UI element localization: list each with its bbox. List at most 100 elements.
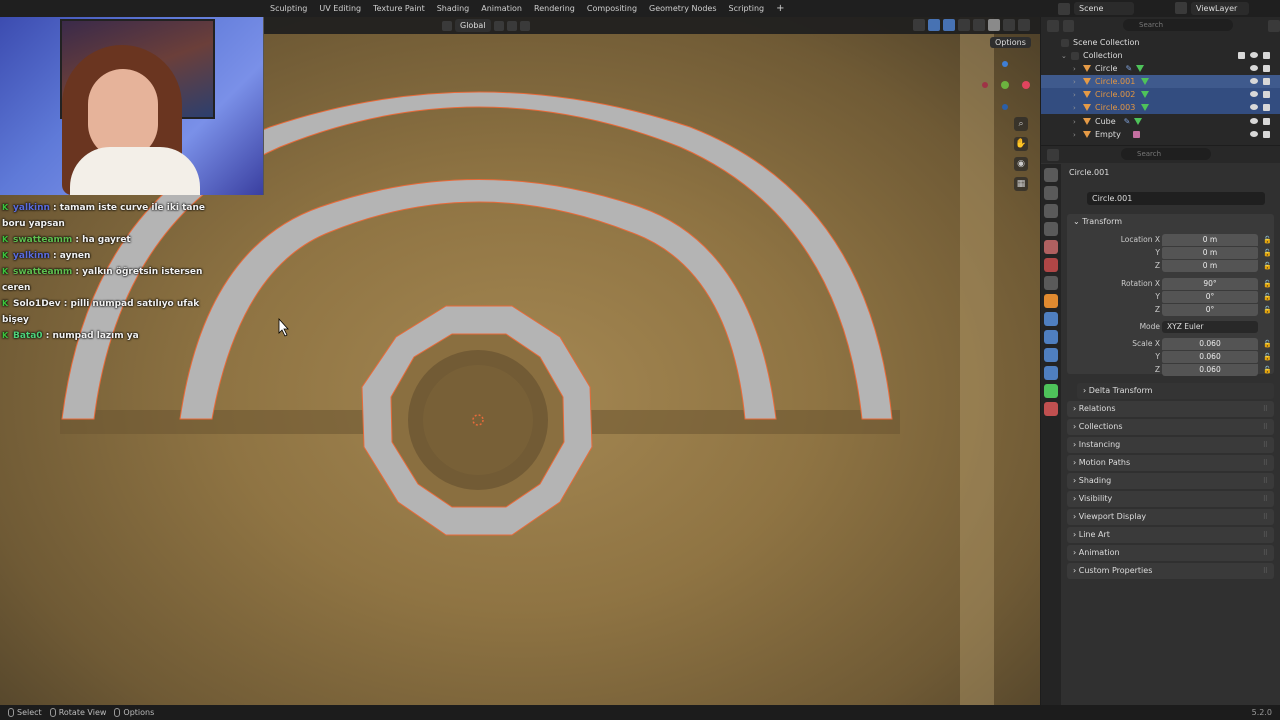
chevron-right-icon[interactable]: › xyxy=(1073,78,1083,86)
drag-grip-icon[interactable]: ⠿ xyxy=(1263,419,1268,435)
chevron-right-icon[interactable]: › xyxy=(1073,118,1083,126)
tab-compositing[interactable]: Compositing xyxy=(581,0,643,17)
location-x-field[interactable]: 0 m xyxy=(1162,234,1258,246)
drag-grip-icon[interactable]: ⠿ xyxy=(1263,401,1268,417)
properties-search-input[interactable]: Search xyxy=(1121,148,1211,160)
gizmo-x-icon[interactable] xyxy=(1022,81,1030,89)
constraints-tab-icon[interactable] xyxy=(1044,366,1058,380)
lock-icon[interactable]: 🔓 xyxy=(1263,234,1272,246)
gizmo-z-icon[interactable] xyxy=(1002,61,1008,67)
view-layer-tab-icon[interactable] xyxy=(1044,222,1058,236)
tab-animation[interactable]: Animation xyxy=(475,0,528,17)
camera-icon[interactable] xyxy=(1263,52,1270,59)
rotation-x-field[interactable]: 90° xyxy=(1162,278,1258,290)
camera-icon[interactable] xyxy=(1263,118,1270,125)
line-art-section[interactable]: › Line Art ⠿ xyxy=(1067,527,1274,543)
drag-grip-icon[interactable]: ⠿ xyxy=(1263,491,1268,507)
chevron-right-icon[interactable]: › xyxy=(1073,65,1083,73)
solid-shading-icon[interactable] xyxy=(988,19,1000,31)
visibility-icon[interactable] xyxy=(913,19,925,31)
lock-icon[interactable]: 🔓 xyxy=(1263,351,1272,363)
xray-icon[interactable] xyxy=(958,19,970,31)
scene-tab-icon[interactable] xyxy=(1044,240,1058,254)
3d-viewport[interactable]: Global Options ⌕ ✋ ◉ ▦ Kyalkinn : tamam xyxy=(0,17,1040,705)
tool-tab-icon[interactable] xyxy=(1044,168,1058,182)
tab-scripting[interactable]: Scripting xyxy=(723,0,771,17)
animation-section[interactable]: › Animation ⠿ xyxy=(1067,545,1274,561)
outliner-item-circle-001[interactable]: › Circle.001 xyxy=(1041,75,1280,88)
camera-icon[interactable] xyxy=(1263,104,1270,111)
eye-icon[interactable] xyxy=(1250,52,1258,58)
lock-icon[interactable]: 🔓 xyxy=(1263,304,1272,316)
lock-icon[interactable]: 🔓 xyxy=(1263,338,1272,350)
output-tab-icon[interactable] xyxy=(1044,204,1058,218)
camera-icon[interactable] xyxy=(1263,91,1270,98)
eye-icon[interactable] xyxy=(1250,78,1258,84)
lock-icon[interactable]: 🔓 xyxy=(1263,247,1272,259)
custom-properties-section[interactable]: › Custom Properties ⠿ xyxy=(1067,563,1274,579)
rotation-mode-dropdown[interactable]: XYZ Euler xyxy=(1162,321,1258,333)
chevron-down-icon[interactable]: ⌄ xyxy=(1061,52,1071,60)
properties-editor-icon[interactable] xyxy=(1047,149,1059,161)
eye-icon[interactable] xyxy=(1250,131,1258,137)
outliner-scene-collection[interactable]: Scene Collection xyxy=(1041,36,1280,49)
material-tab-icon[interactable] xyxy=(1044,402,1058,416)
tab-sculpting[interactable]: Sculpting xyxy=(264,0,313,17)
proportional-edit-icon[interactable] xyxy=(519,20,530,31)
chevron-right-icon[interactable]: › xyxy=(1073,131,1083,139)
transform-orientation-dropdown[interactable]: Global xyxy=(455,19,491,32)
grid-view-icon[interactable]: ▦ xyxy=(1014,177,1028,191)
viewport-display-section[interactable]: › Viewport Display ⠿ xyxy=(1067,509,1274,525)
gizmo-y-icon[interactable] xyxy=(1001,81,1009,89)
gizmo-neg-x-icon[interactable] xyxy=(982,82,988,88)
outliner-editor-icon[interactable] xyxy=(1047,19,1059,32)
outliner-item-circle[interactable]: › Circle ✎ xyxy=(1041,62,1280,75)
rotation-z-field[interactable]: 0° xyxy=(1162,304,1258,316)
tab-uv-editing[interactable]: UV Editing xyxy=(313,0,367,17)
drag-grip-icon[interactable]: ⠿ xyxy=(1263,473,1268,489)
outliner-item-circle-002[interactable]: › Circle.002 xyxy=(1041,88,1280,101)
zoom-icon[interactable]: ⌕ xyxy=(1014,117,1028,131)
relations-section[interactable]: › Relations ⠿ xyxy=(1067,401,1274,417)
instancing-section[interactable]: › Instancing ⠿ xyxy=(1067,437,1274,453)
outliner-item-circle-003[interactable]: › Circle.003 xyxy=(1041,101,1280,114)
view-layer-selector[interactable]: ViewLayer xyxy=(1175,2,1249,15)
viewport-options-button[interactable]: Options xyxy=(990,37,1031,48)
camera-view-icon[interactable]: ◉ xyxy=(1014,157,1028,171)
eye-icon[interactable] xyxy=(1250,91,1258,97)
drag-grip-icon[interactable]: ⠿ xyxy=(1263,545,1268,561)
gizmo-neg-z-icon[interactable] xyxy=(1002,104,1008,110)
outliner-collection[interactable]: ⌄ Collection xyxy=(1041,49,1280,62)
object-tab-icon[interactable] xyxy=(1044,294,1058,308)
pan-hand-icon[interactable]: ✋ xyxy=(1014,137,1028,151)
add-workspace-button[interactable]: + xyxy=(770,0,790,17)
drag-grip-icon[interactable]: ⠿ xyxy=(1263,563,1268,579)
render-tab-icon[interactable] xyxy=(1044,186,1058,200)
lock-icon[interactable]: 🔓 xyxy=(1263,278,1272,290)
scale-z-field[interactable]: 0.060 xyxy=(1162,364,1258,376)
scene-selector[interactable]: Scene xyxy=(1058,2,1134,15)
object-name-field[interactable]: Circle.001 xyxy=(1087,192,1265,205)
rendered-shading-icon[interactable] xyxy=(1018,19,1030,31)
scale-x-field[interactable]: 0.060 xyxy=(1162,338,1258,350)
outliner-item-empty[interactable]: › Empty xyxy=(1041,128,1280,141)
data-tab-icon[interactable] xyxy=(1044,384,1058,398)
view-layer-field[interactable]: ViewLayer xyxy=(1191,2,1249,15)
filter-icon[interactable] xyxy=(1268,19,1280,32)
scene-name-field[interactable]: Scene xyxy=(1074,2,1134,15)
camera-icon[interactable] xyxy=(1263,78,1270,85)
overlay-toggle-icon[interactable] xyxy=(943,19,955,31)
drag-grip-icon[interactable]: ⠿ xyxy=(1263,509,1268,525)
location-z-field[interactable]: 0 m xyxy=(1162,260,1258,272)
eye-icon[interactable] xyxy=(1250,104,1258,110)
motion-paths-section[interactable]: › Motion Paths ⠿ xyxy=(1067,455,1274,471)
tab-texture-paint[interactable]: Texture Paint xyxy=(367,0,431,17)
chevron-right-icon[interactable]: › xyxy=(1073,104,1083,112)
lock-icon[interactable]: 🔓 xyxy=(1263,364,1272,376)
tab-shading[interactable]: Shading xyxy=(431,0,476,17)
drag-grip-icon[interactable]: ⠿ xyxy=(1263,455,1268,471)
pivot-icon[interactable] xyxy=(493,20,504,31)
transform-orientation[interactable]: Global xyxy=(442,19,530,32)
eye-icon[interactable] xyxy=(1250,118,1258,124)
chevron-right-icon[interactable]: › xyxy=(1073,91,1083,99)
